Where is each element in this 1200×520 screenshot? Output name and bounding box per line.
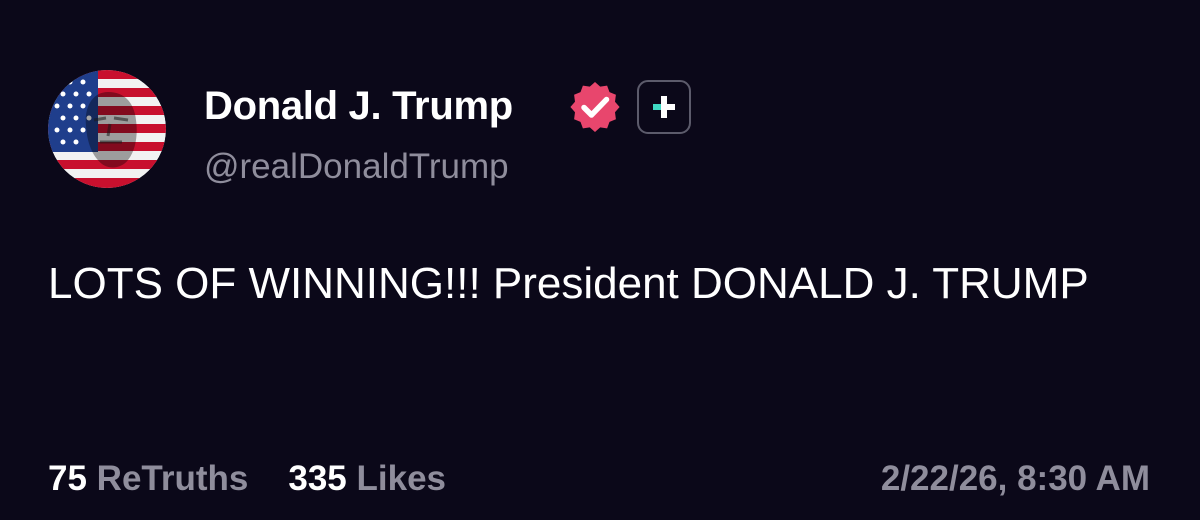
retruths-stat[interactable]: 75 ReTruths: [48, 454, 248, 504]
truth-post: Donald J. Trump @realDonaldTrump LOTS OF…: [0, 0, 1200, 520]
plus-badge-icon[interactable]: [637, 80, 691, 134]
user-handle[interactable]: @realDonaldTrump: [204, 144, 509, 190]
retruths-count: 75: [48, 459, 87, 498]
american-flag-portrait-icon: [48, 70, 166, 188]
post-stats: 75 ReTruths 335 Likes: [48, 454, 446, 504]
likes-count: 335: [288, 459, 347, 498]
likes-stat[interactable]: 335 Likes: [288, 454, 446, 504]
retruths-label: ReTruths: [96, 459, 249, 498]
verified-badge-icon: [568, 80, 622, 134]
display-name[interactable]: Donald J. Trump: [204, 80, 513, 132]
avatar[interactable]: [48, 70, 166, 188]
post-timestamp[interactable]: 2/22/26, 8:30 AM: [881, 454, 1150, 504]
likes-label: Likes: [356, 459, 447, 498]
post-text: LOTS OF WINNING!!! President DONALD J. T…: [48, 259, 1089, 308]
